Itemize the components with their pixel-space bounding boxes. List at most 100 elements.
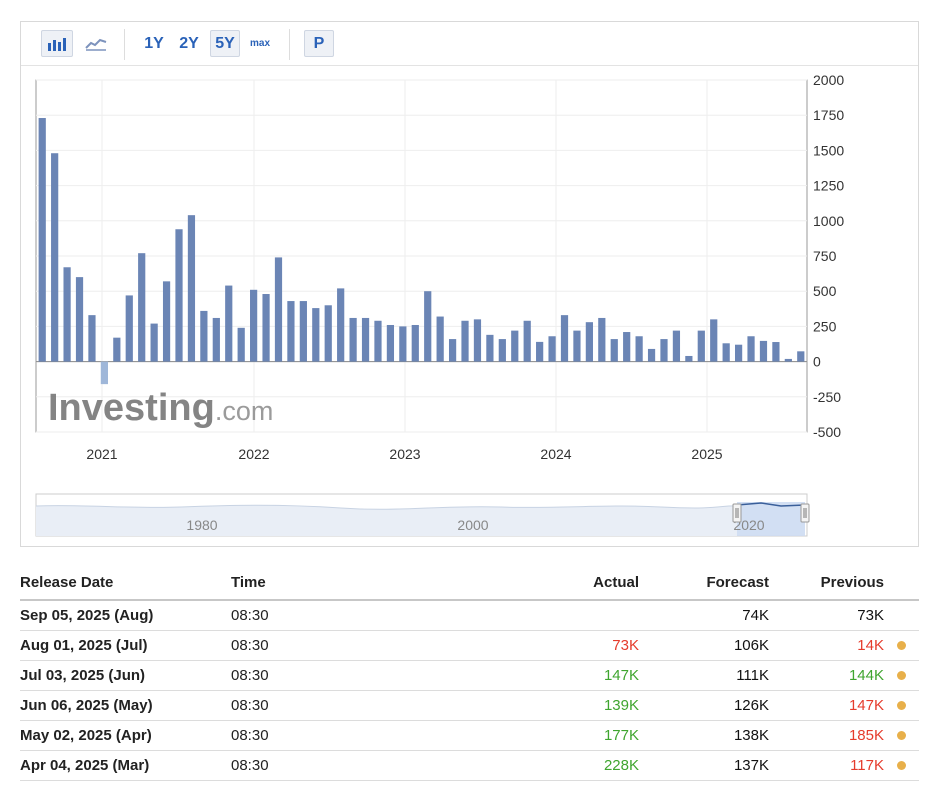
time-cell: 08:30 [231, 637, 269, 654]
time-cell: 08:30 [231, 667, 269, 684]
table-row[interactable]: Apr 04, 2025 (Mar) 08:30 228K 137K 117K [20, 751, 919, 781]
table-row[interactable]: Aug 01, 2025 (Jul) 08:30 73K 106K 14K [20, 631, 919, 661]
table-row[interactable]: May 02, 2025 (Apr) 08:30 177K 138K 185K [20, 721, 919, 751]
actual-cell: 73K [612, 637, 639, 654]
bar [647, 348, 656, 362]
bar [287, 301, 295, 362]
bar [523, 320, 531, 362]
header-previous[interactable]: Previous [821, 565, 884, 599]
previous-cell: 144K [848, 667, 884, 684]
revision-dot-icon [897, 661, 907, 690]
forecast-cell: 74K [742, 607, 769, 624]
header-actual[interactable]: Actual [593, 565, 639, 599]
time-cell: 08:30 [231, 727, 269, 744]
bar [51, 153, 59, 362]
bar [349, 317, 357, 362]
range-max-button[interactable]: max [245, 30, 275, 57]
bar [685, 355, 693, 362]
bar [162, 281, 171, 362]
revision-dot-icon[interactable] [897, 761, 906, 770]
range-1y-button[interactable]: 1Y [140, 30, 168, 57]
bar [299, 301, 307, 362]
revision-dot-icon[interactable] [897, 641, 906, 650]
release-date-cell: Sep 05, 2025 (Aug) [20, 607, 154, 624]
table-row[interactable]: Jun 06, 2025 (May) 08:30 139K 126K 147K [20, 691, 919, 721]
bar [747, 336, 755, 362]
x-tick-label: 2021 [86, 446, 117, 462]
bar-chart-icon[interactable] [41, 30, 73, 57]
bar [324, 305, 332, 362]
y-tick-label: 2000 [813, 72, 844, 88]
release-date-cell: Apr 04, 2025 (Mar) [20, 757, 150, 774]
range-2y-button[interactable]: 2Y [175, 30, 203, 57]
release-date-cell: May 02, 2025 (Apr) [20, 727, 152, 744]
header-forecast[interactable]: Forecast [706, 565, 769, 599]
bar [436, 316, 444, 362]
navigator-handle[interactable] [800, 503, 810, 523]
revision-dot-icon[interactable] [897, 731, 906, 740]
revision-dot-icon[interactable] [897, 671, 906, 680]
bar [486, 334, 494, 362]
time-cell: 08:30 [231, 697, 269, 714]
bar [187, 215, 196, 362]
time-cell: 08:30 [231, 757, 269, 774]
header-time[interactable]: Time [231, 565, 266, 599]
bar [722, 343, 730, 362]
revision-dot-icon[interactable] [897, 701, 906, 710]
release-date-cell: Jul 03, 2025 (Jun) [20, 667, 146, 684]
bar [386, 324, 395, 362]
bar [448, 339, 457, 362]
y-tick-label: -250 [813, 389, 841, 405]
bar [100, 361, 109, 385]
bar [150, 323, 158, 362]
x-tick-label: 2024 [540, 446, 571, 462]
previous-cell: 117K [850, 757, 884, 774]
bar [498, 339, 506, 362]
bar [250, 289, 258, 362]
y-tick-label: 1750 [813, 107, 844, 123]
y-tick-label: 250 [813, 318, 837, 334]
release-date-cell: Aug 01, 2025 (Jul) [20, 637, 148, 654]
revision-dot-icon [897, 751, 907, 780]
bar [262, 294, 270, 362]
bar [536, 341, 544, 362]
bar [697, 330, 705, 362]
bar [175, 229, 183, 362]
range-5y-button[interactable]: 5Y [210, 30, 240, 57]
table-row[interactable]: Jul 03, 2025 (Jun) 08:30 147K 111K 144K [20, 661, 919, 691]
y-tick-label: 1500 [813, 142, 844, 158]
bar [710, 319, 718, 362]
y-tick-label: 0 [813, 354, 821, 370]
y-tick-label: -500 [813, 424, 841, 440]
bar [361, 317, 370, 362]
actual-cell: 147K [603, 667, 639, 684]
line-chart-icon[interactable] [81, 30, 111, 57]
previous-cell: 185K [848, 727, 884, 744]
navigator-handle[interactable] [732, 503, 742, 523]
bar [797, 351, 805, 362]
revision-dot-icon [897, 631, 907, 660]
bar [399, 326, 407, 362]
bar [585, 322, 593, 362]
forecast-cell: 111K [736, 667, 769, 684]
table-row[interactable]: Sep 05, 2025 (Aug) 08:30 74K 73K [20, 601, 919, 631]
table-header: Release Date Time Actual Forecast Previo… [20, 565, 919, 601]
bar [374, 320, 382, 362]
release-table: Release Date Time Actual Forecast Previo… [20, 565, 919, 781]
bar [623, 332, 631, 362]
bar [598, 317, 606, 362]
y-tick-label: 500 [813, 283, 837, 299]
bar [461, 320, 469, 362]
revision-dot-icon [897, 601, 907, 630]
bar [610, 339, 618, 362]
bar [560, 315, 569, 362]
bar [200, 310, 208, 362]
bar [337, 288, 345, 362]
bar [734, 344, 743, 362]
header-release-date[interactable]: Release Date [20, 565, 113, 599]
bar [237, 327, 245, 362]
bar [573, 330, 581, 362]
bar [635, 336, 643, 362]
navigator-label: 1980 [186, 517, 217, 533]
p-button[interactable]: P [304, 30, 334, 57]
